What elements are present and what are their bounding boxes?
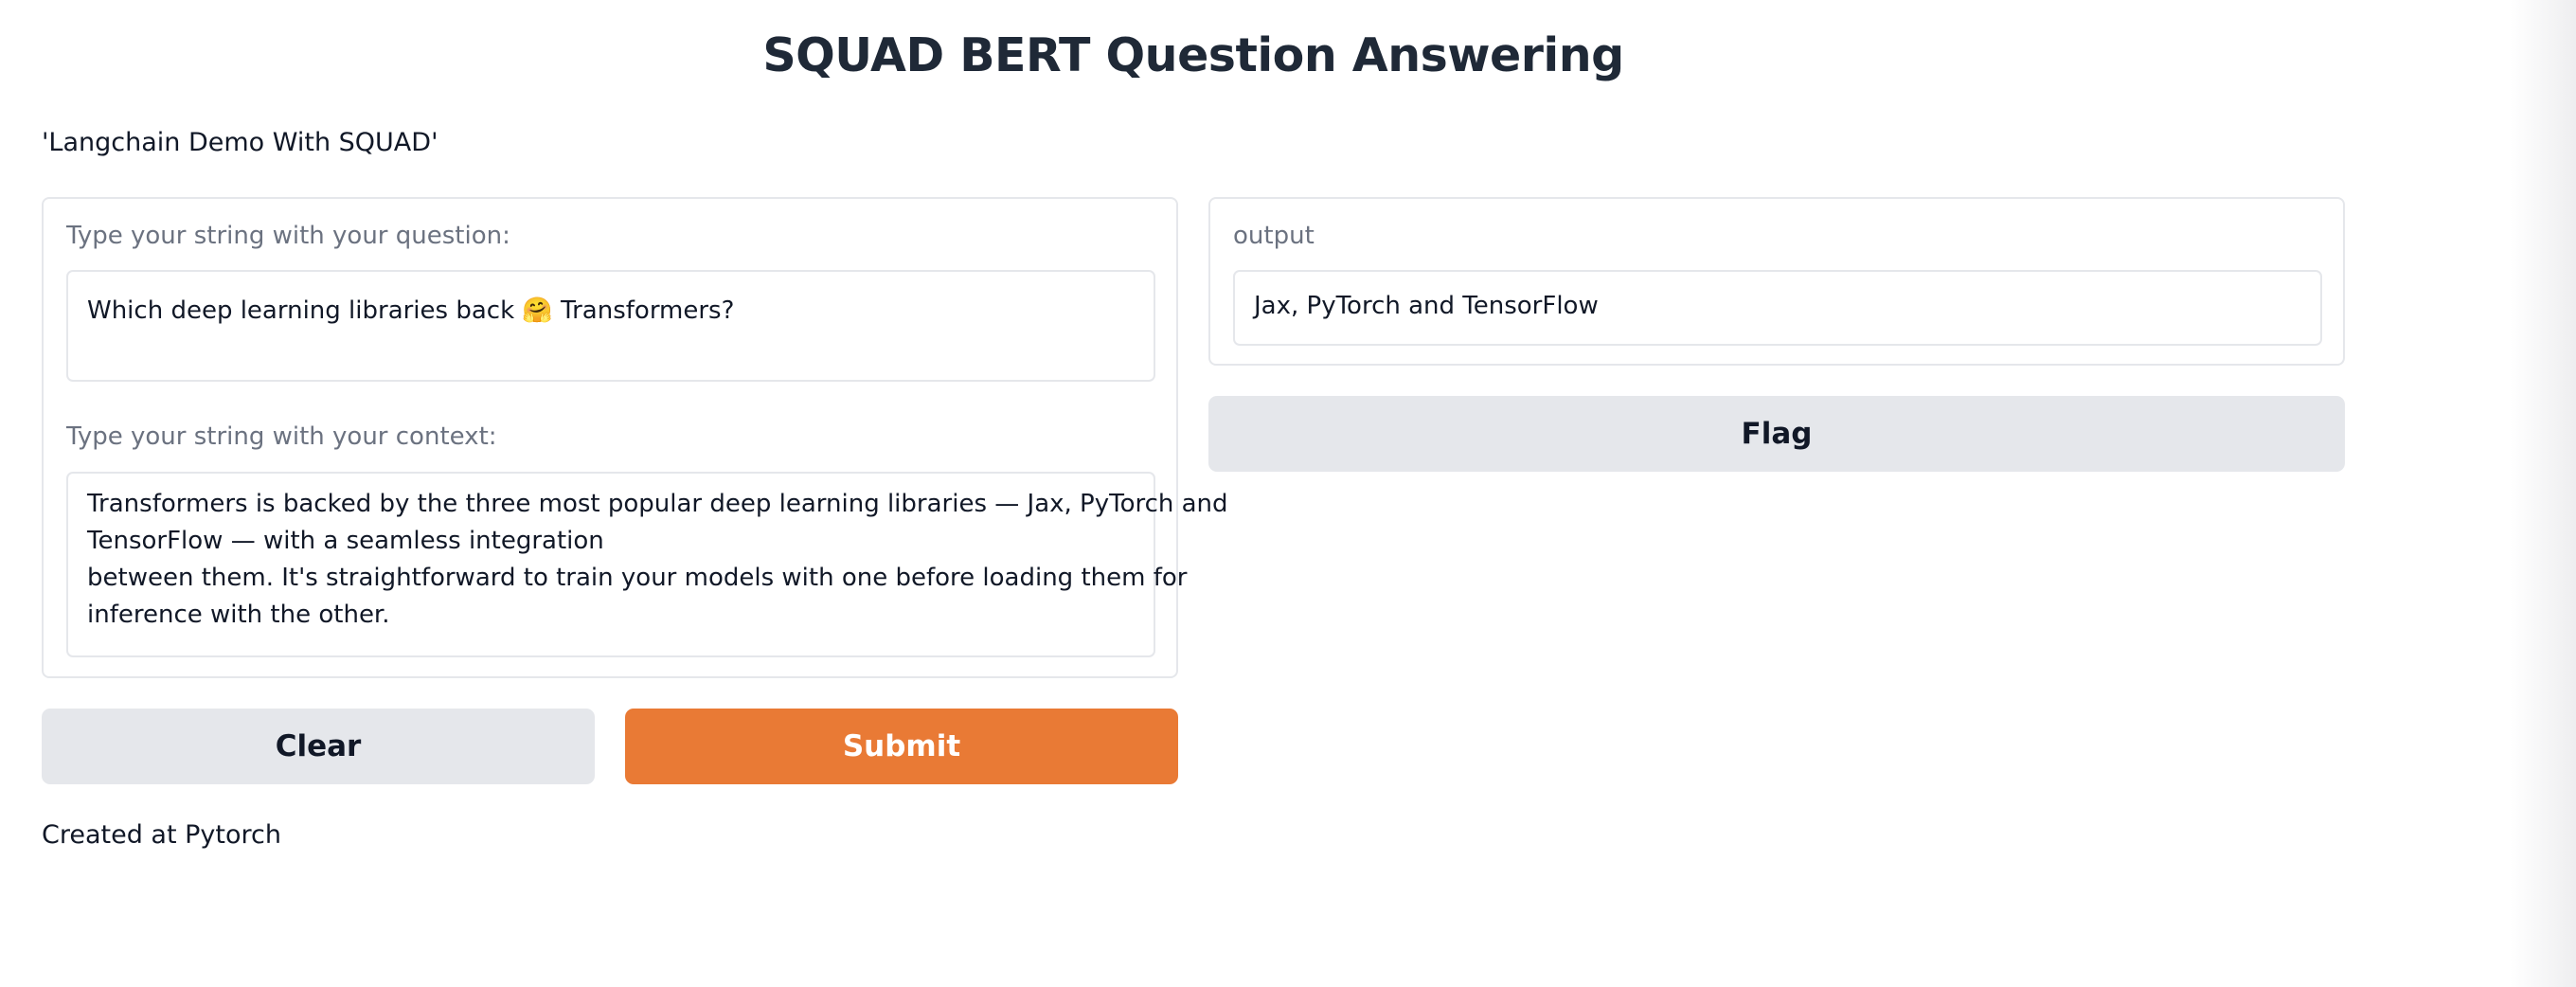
- context-line: Transformers is backed by the three most…: [87, 490, 1228, 518]
- context-line: inference with the other.: [87, 601, 390, 629]
- question-text-end: Transformers?: [552, 296, 735, 325]
- context-line: between them. It's straightforward to tr…: [87, 564, 1188, 592]
- context-label: Type your string with your context:: [66, 422, 497, 451]
- page-description: 'Langchain Demo With SQUAD': [42, 128, 438, 157]
- context-line: TensorFlow — with a seamless integration: [87, 527, 604, 555]
- app-page: SQUAD BERT Question Answering 'Langchain…: [0, 0, 2576, 987]
- context-textbox[interactable]: Transformers is backed by the three most…: [66, 472, 1228, 657]
- output-panel: output Jax, PyTorch and TensorFlow: [1208, 197, 2345, 366]
- hugging-face-icon: 🤗: [522, 296, 553, 325]
- output-label: output: [1233, 222, 1315, 250]
- question-text-start: Which deep learning libraries back: [87, 296, 523, 325]
- output-textbox[interactable]: Jax, PyTorch and TensorFlow: [1233, 270, 2322, 346]
- question-label: Type your string with your question:: [66, 222, 510, 250]
- page-title: SQUAD BERT Question Answering: [762, 28, 1624, 82]
- flag-button[interactable]: Flag: [1208, 396, 2345, 472]
- input-panel: Type your string with your question: Whi…: [42, 197, 1228, 678]
- submit-button[interactable]: Submit: [625, 709, 1178, 784]
- question-textbox[interactable]: Which deep learning libraries back 🤗 Tra…: [66, 270, 1155, 382]
- footer-text: Created at Pytorch: [42, 820, 281, 850]
- clear-button[interactable]: Clear: [42, 709, 595, 784]
- right-edge-shadow: [2510, 0, 2576, 987]
